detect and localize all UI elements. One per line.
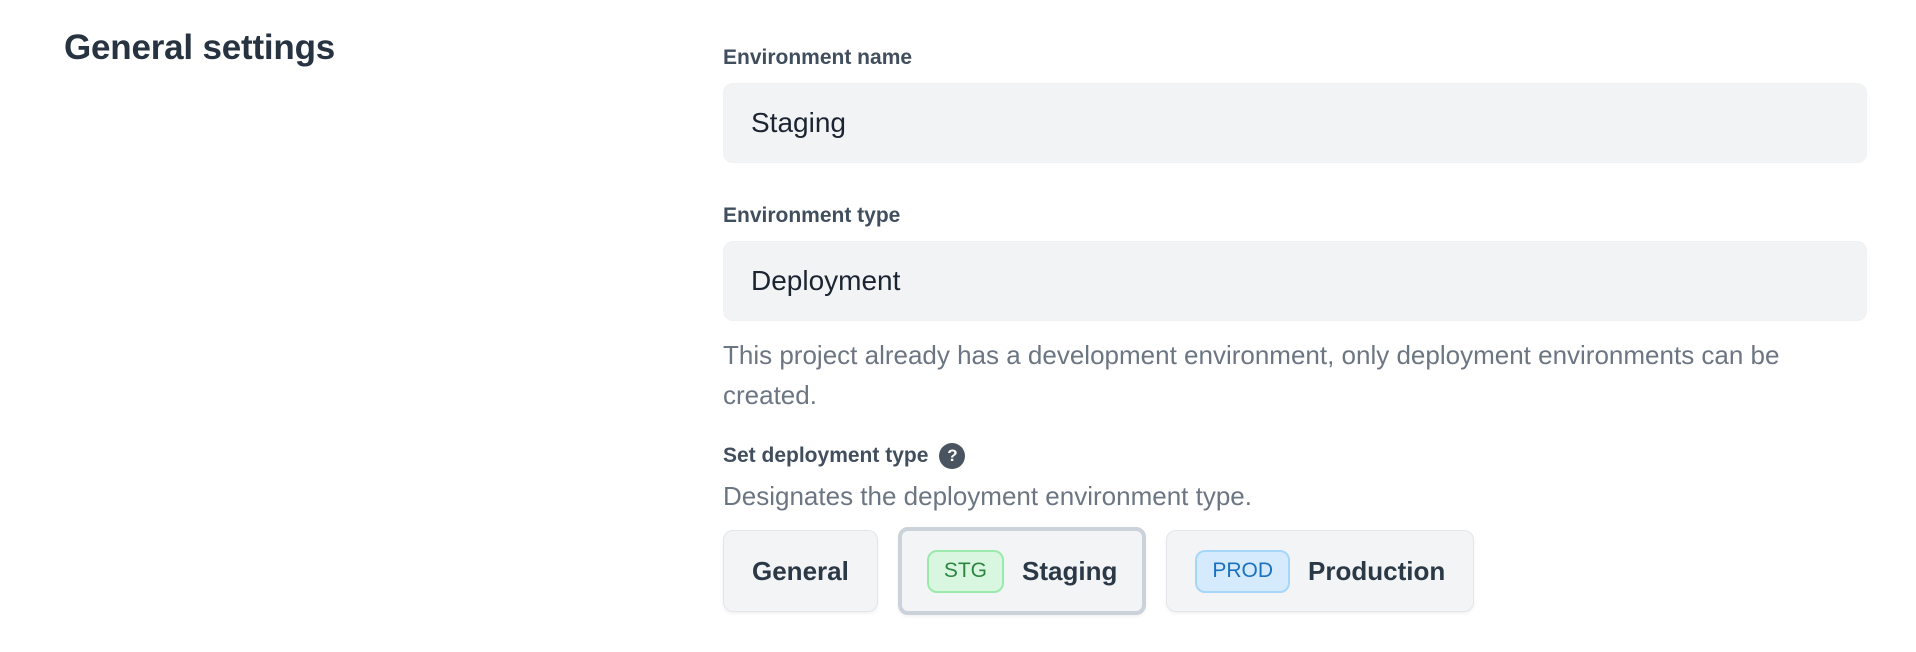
option-label: Staging <box>1022 556 1117 587</box>
environment-type-help-text: This project already has a development e… <box>723 335 1863 415</box>
page-title: General settings <box>64 28 335 68</box>
environment-settings-form: Environment name Environment type This p… <box>723 0 1867 615</box>
environment-name-input[interactable] <box>723 83 1867 163</box>
deployment-type-options: General STG Staging PROD Production <box>723 527 1867 615</box>
deployment-type-option-staging[interactable]: STG Staging <box>898 527 1147 615</box>
deployment-type-description: Designates the deployment environment ty… <box>723 481 1867 511</box>
deployment-type-option-production[interactable]: PROD Production <box>1166 530 1474 612</box>
option-label: Production <box>1308 556 1445 587</box>
deployment-type-option-general[interactable]: General <box>723 530 878 612</box>
option-label: General <box>752 556 849 587</box>
set-deployment-type-label: Set deployment type <box>723 443 928 469</box>
stg-badge: STG <box>927 550 1004 593</box>
environment-type-label: Environment type <box>723 203 1867 229</box>
question-mark-icon[interactable]: ? <box>939 443 965 469</box>
prod-badge: PROD <box>1195 550 1290 593</box>
environment-name-label: Environment name <box>723 45 1867 71</box>
set-deployment-type-row: Set deployment type ? <box>723 443 1867 469</box>
environment-type-input[interactable] <box>723 241 1867 321</box>
